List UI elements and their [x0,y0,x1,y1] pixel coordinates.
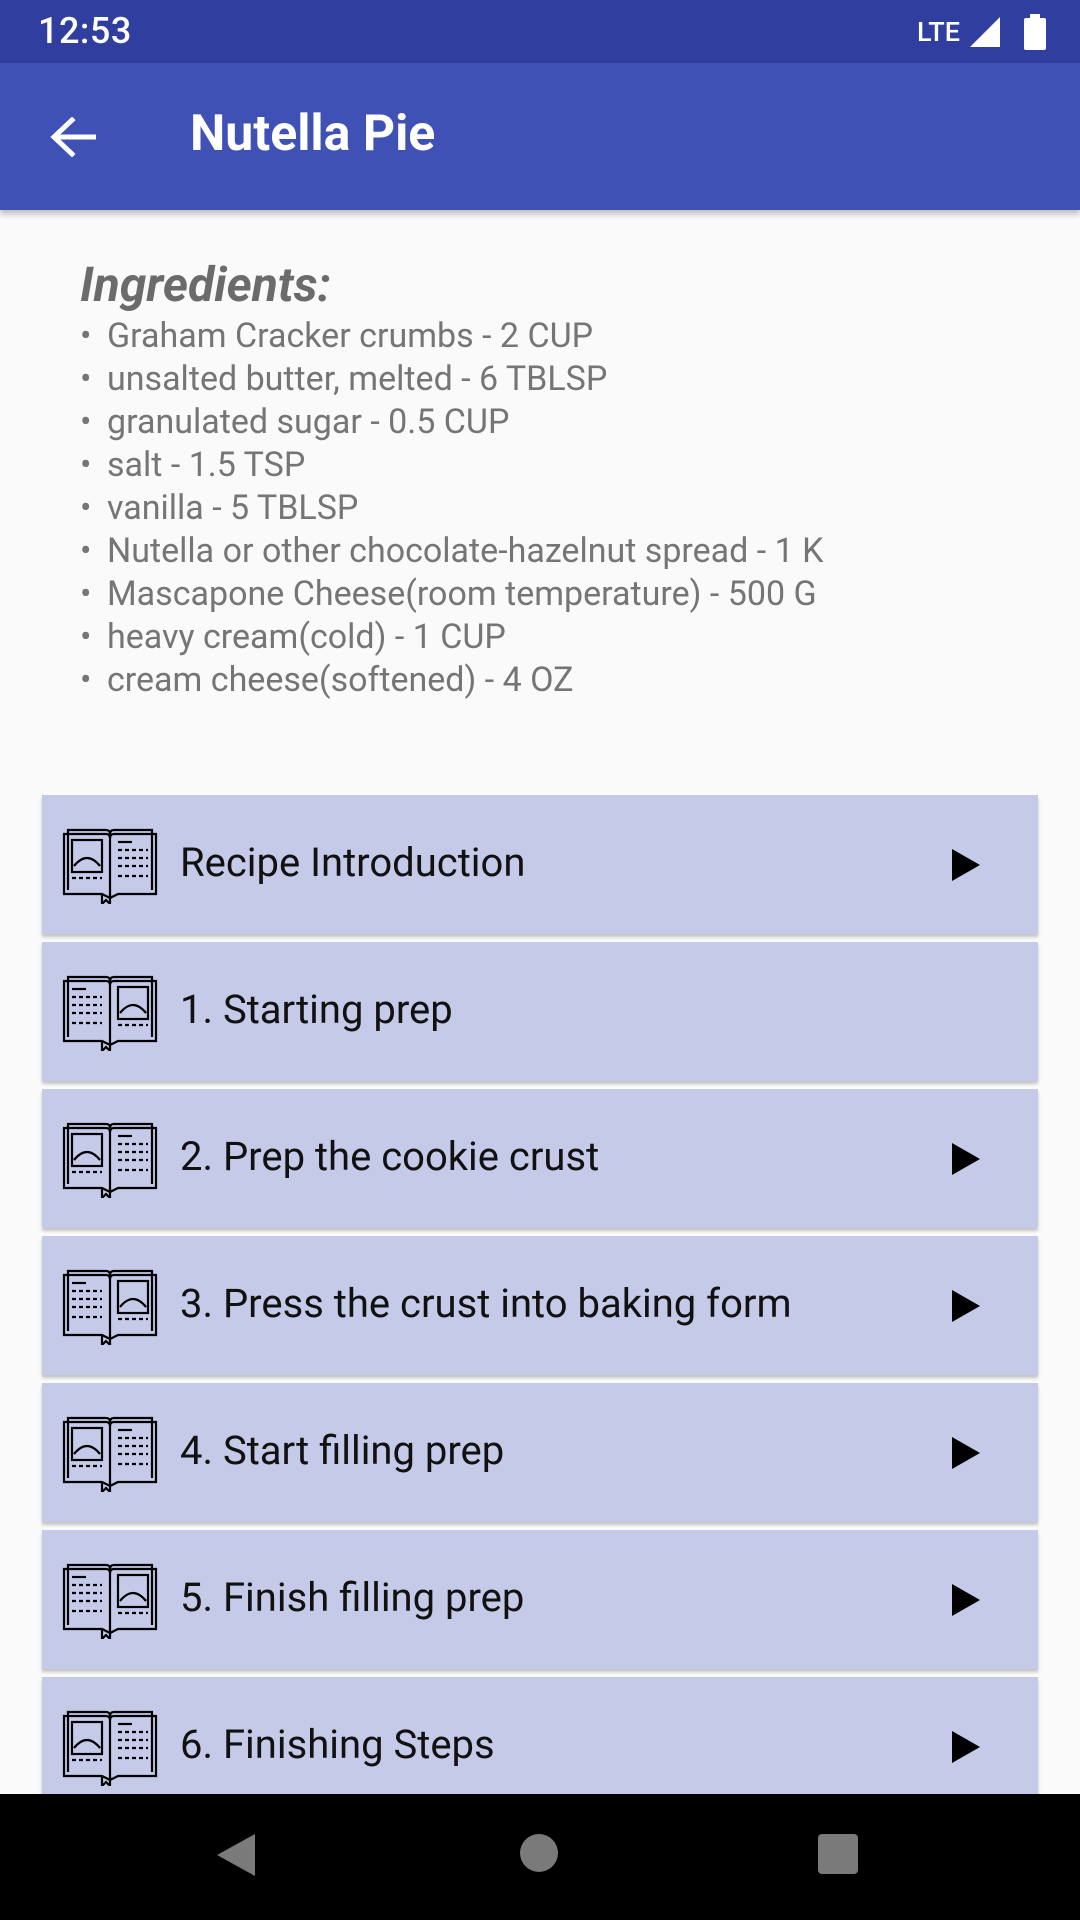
ingredient-item: • salt - 1.5 TSP [80,444,1030,487]
ingredient-text: Mascapone Cheese(room temperature) - 500… [107,574,817,614]
bullet: • [80,488,92,528]
step-item[interactable]: 2. Prep the cookie crust [42,1089,1038,1228]
ingredient-item: • heavy cream(cold) - 1 CUP [80,616,1030,659]
arrow-back-icon [50,117,96,157]
app-bar: Nutella Pie [0,63,1080,210]
nav-home-icon[interactable] [520,1834,558,1872]
step-label: 3. Press the crust into baking form [180,1280,792,1327]
ingredient-item: • cream cheese(softened) - 4 OZ [80,659,1030,702]
play-icon [952,849,980,881]
step-item[interactable]: 5. Finish filling prep [42,1530,1038,1669]
play-icon [952,1143,980,1175]
step-label: 1. Starting prep [180,986,453,1033]
recipe-book-icon [62,1563,158,1639]
recipe-book-icon [62,1416,158,1492]
battery-icon [1024,14,1046,50]
ingredients-section: Ingredients: • Graham Cracker crumbs - 2 … [80,255,1030,702]
ingredient-item: • Graham Cracker crumbs - 2 CUP [80,315,1030,358]
ingredient-item: • granulated sugar - 0.5 CUP [80,401,1030,444]
ingredient-item: • Nutella or other chocolate-hazelnut spr… [80,530,1030,573]
ingredient-text: heavy cream(cold) - 1 CUP [107,617,506,657]
ingredient-item: • Mascapone Cheese(room temperature) - 50… [80,573,1030,616]
ingredient-text: salt - 1.5 TSP [107,445,306,485]
bullet: • [80,316,92,356]
steps-list: Recipe Introduction 1. Starting prep 2. Pr… [42,795,1038,1824]
ingredient-text: granulated sugar - 0.5 CUP [107,402,510,442]
step-label: 5. Finish filling prep [180,1574,525,1621]
nav-back-icon[interactable] [215,1832,257,1878]
nav-recents-icon[interactable] [818,1834,858,1874]
ingredient-text: vanilla - 5 TBLSP [107,488,359,528]
step-item[interactable]: 1. Starting prep [42,942,1038,1081]
step-item[interactable]: Recipe Introduction [42,795,1038,934]
recipe-book-icon [62,828,158,904]
back-button[interactable] [38,108,108,166]
ingredient-text: Graham Cracker crumbs - 2 CUP [107,316,594,356]
bullet: • [80,574,92,614]
recipe-book-icon [62,1710,158,1786]
page-title: Nutella Pie [190,105,436,163]
bullet: • [80,359,92,399]
ingredient-item: • vanilla - 5 TBLSP [80,487,1030,530]
ingredient-item: • unsalted butter, melted - 6 TBLSP [80,358,1030,401]
ingredient-text: Nutella or other chocolate-hazelnut spre… [107,531,824,571]
status-bar: 12:53 LTE [0,0,1080,63]
step-item[interactable]: 4. Start filling prep [42,1383,1038,1522]
bullet: • [80,445,92,485]
play-icon [952,1437,980,1469]
ingredient-text: cream cheese(softened) - 4 OZ [107,660,574,700]
status-time: 12:53 [38,10,132,52]
navigation-bar [0,1794,1080,1920]
ingredients-title: Ingredients: [80,256,331,313]
play-icon [952,1290,980,1322]
step-item[interactable]: 3. Press the crust into baking form [42,1236,1038,1375]
bullet: • [80,402,92,442]
bullet: • [80,617,92,657]
play-icon [952,1584,980,1616]
bullet: • [80,660,92,700]
signal-icon [970,17,1000,47]
step-label: 4. Start filling prep [180,1427,505,1474]
status-icons: LTE [917,12,1046,52]
play-icon [952,1731,980,1763]
recipe-book-icon [62,975,158,1051]
step-label: 2. Prep the cookie crust [180,1133,600,1180]
recipe-book-icon [62,1269,158,1345]
ingredient-text: unsalted butter, melted - 6 TBLSP [107,359,608,399]
network-type: LTE [916,16,960,48]
recipe-book-icon [62,1122,158,1198]
ingredients-list: • Graham Cracker crumbs - 2 CUP • unsalted … [80,315,1030,702]
bullet: • [80,531,92,571]
step-label: 6. Finishing Steps [180,1721,495,1768]
step-label: Recipe Introduction [180,839,526,886]
